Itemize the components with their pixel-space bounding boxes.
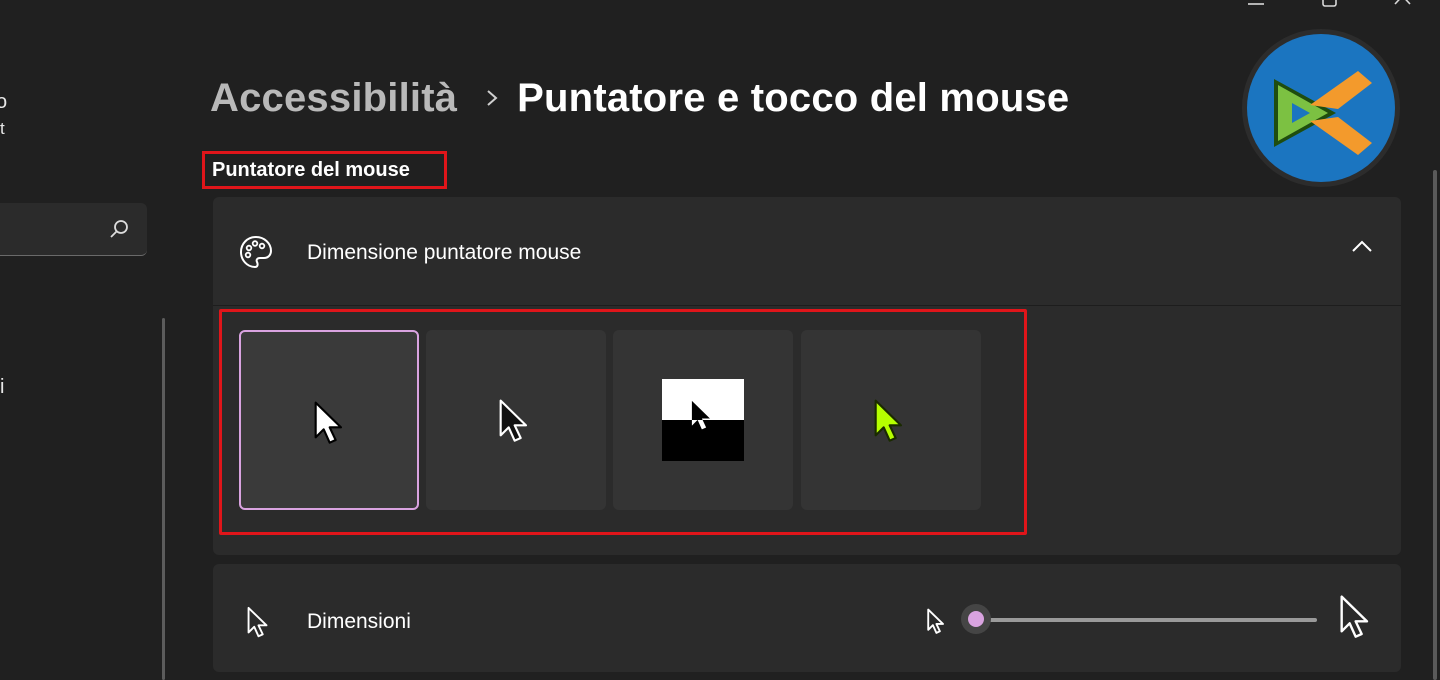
black-cursor-icon <box>499 399 528 442</box>
slider-thumb-dot <box>968 611 984 627</box>
maximize-button[interactable] <box>1320 0 1340 10</box>
maximize-icon <box>1322 0 1337 7</box>
minimize-button[interactable] <box>1246 0 1266 10</box>
pointer-size-slider-track[interactable] <box>978 618 1317 622</box>
section-title: Puntatore del mouse <box>202 151 447 189</box>
close-button[interactable] <box>1392 0 1414 10</box>
pointer-size-label: Dimensioni <box>307 610 411 633</box>
pointer-style-label: Dimensione puntatore mouse <box>307 241 582 264</box>
pointer-style-custom-option[interactable] <box>801 330 981 510</box>
cursor-outline-icon <box>246 606 270 645</box>
palette-icon <box>238 234 274 275</box>
channel-logo <box>1240 27 1402 189</box>
inverted-cursor-icon <box>662 379 744 461</box>
large-cursor-icon <box>1337 594 1373 647</box>
breadcrumb: Accessibilità Puntatore e tocco del mous… <box>210 70 1069 126</box>
chevron-up-icon[interactable] <box>1351 239 1373 258</box>
pointer-style-white-option[interactable] <box>239 330 419 510</box>
sidebar-user-email-fragment: t <box>0 119 5 138</box>
close-icon <box>1394 0 1411 5</box>
sidebar-search-input[interactable] <box>0 203 147 256</box>
pointer-style-inverted-option[interactable] <box>613 330 793 510</box>
page-scrollbar[interactable] <box>1433 170 1437 680</box>
page-title: Puntatore e tocco del mouse <box>517 75 1070 120</box>
chevron-right-icon <box>485 87 499 109</box>
pointer-size-slider-thumb[interactable] <box>961 604 991 634</box>
small-cursor-icon <box>926 608 946 641</box>
custom-color-cursor-icon <box>874 399 903 442</box>
search-icon <box>109 219 129 244</box>
pointer-size-card: Dimensioni <box>213 564 1401 672</box>
minimize-icon <box>1248 3 1264 5</box>
sidebar-item-fragment[interactable]: i <box>0 376 4 399</box>
white-cursor-icon <box>314 401 343 444</box>
breadcrumb-parent-link[interactable]: Accessibilità <box>210 76 457 121</box>
sidebar-scrollbar[interactable] <box>162 318 165 680</box>
pointer-style-header[interactable]: Dimensione puntatore mouse <box>213 197 1401 306</box>
sidebar-user-name-fragment: o <box>0 91 8 113</box>
pointer-style-black-option[interactable] <box>426 330 606 510</box>
